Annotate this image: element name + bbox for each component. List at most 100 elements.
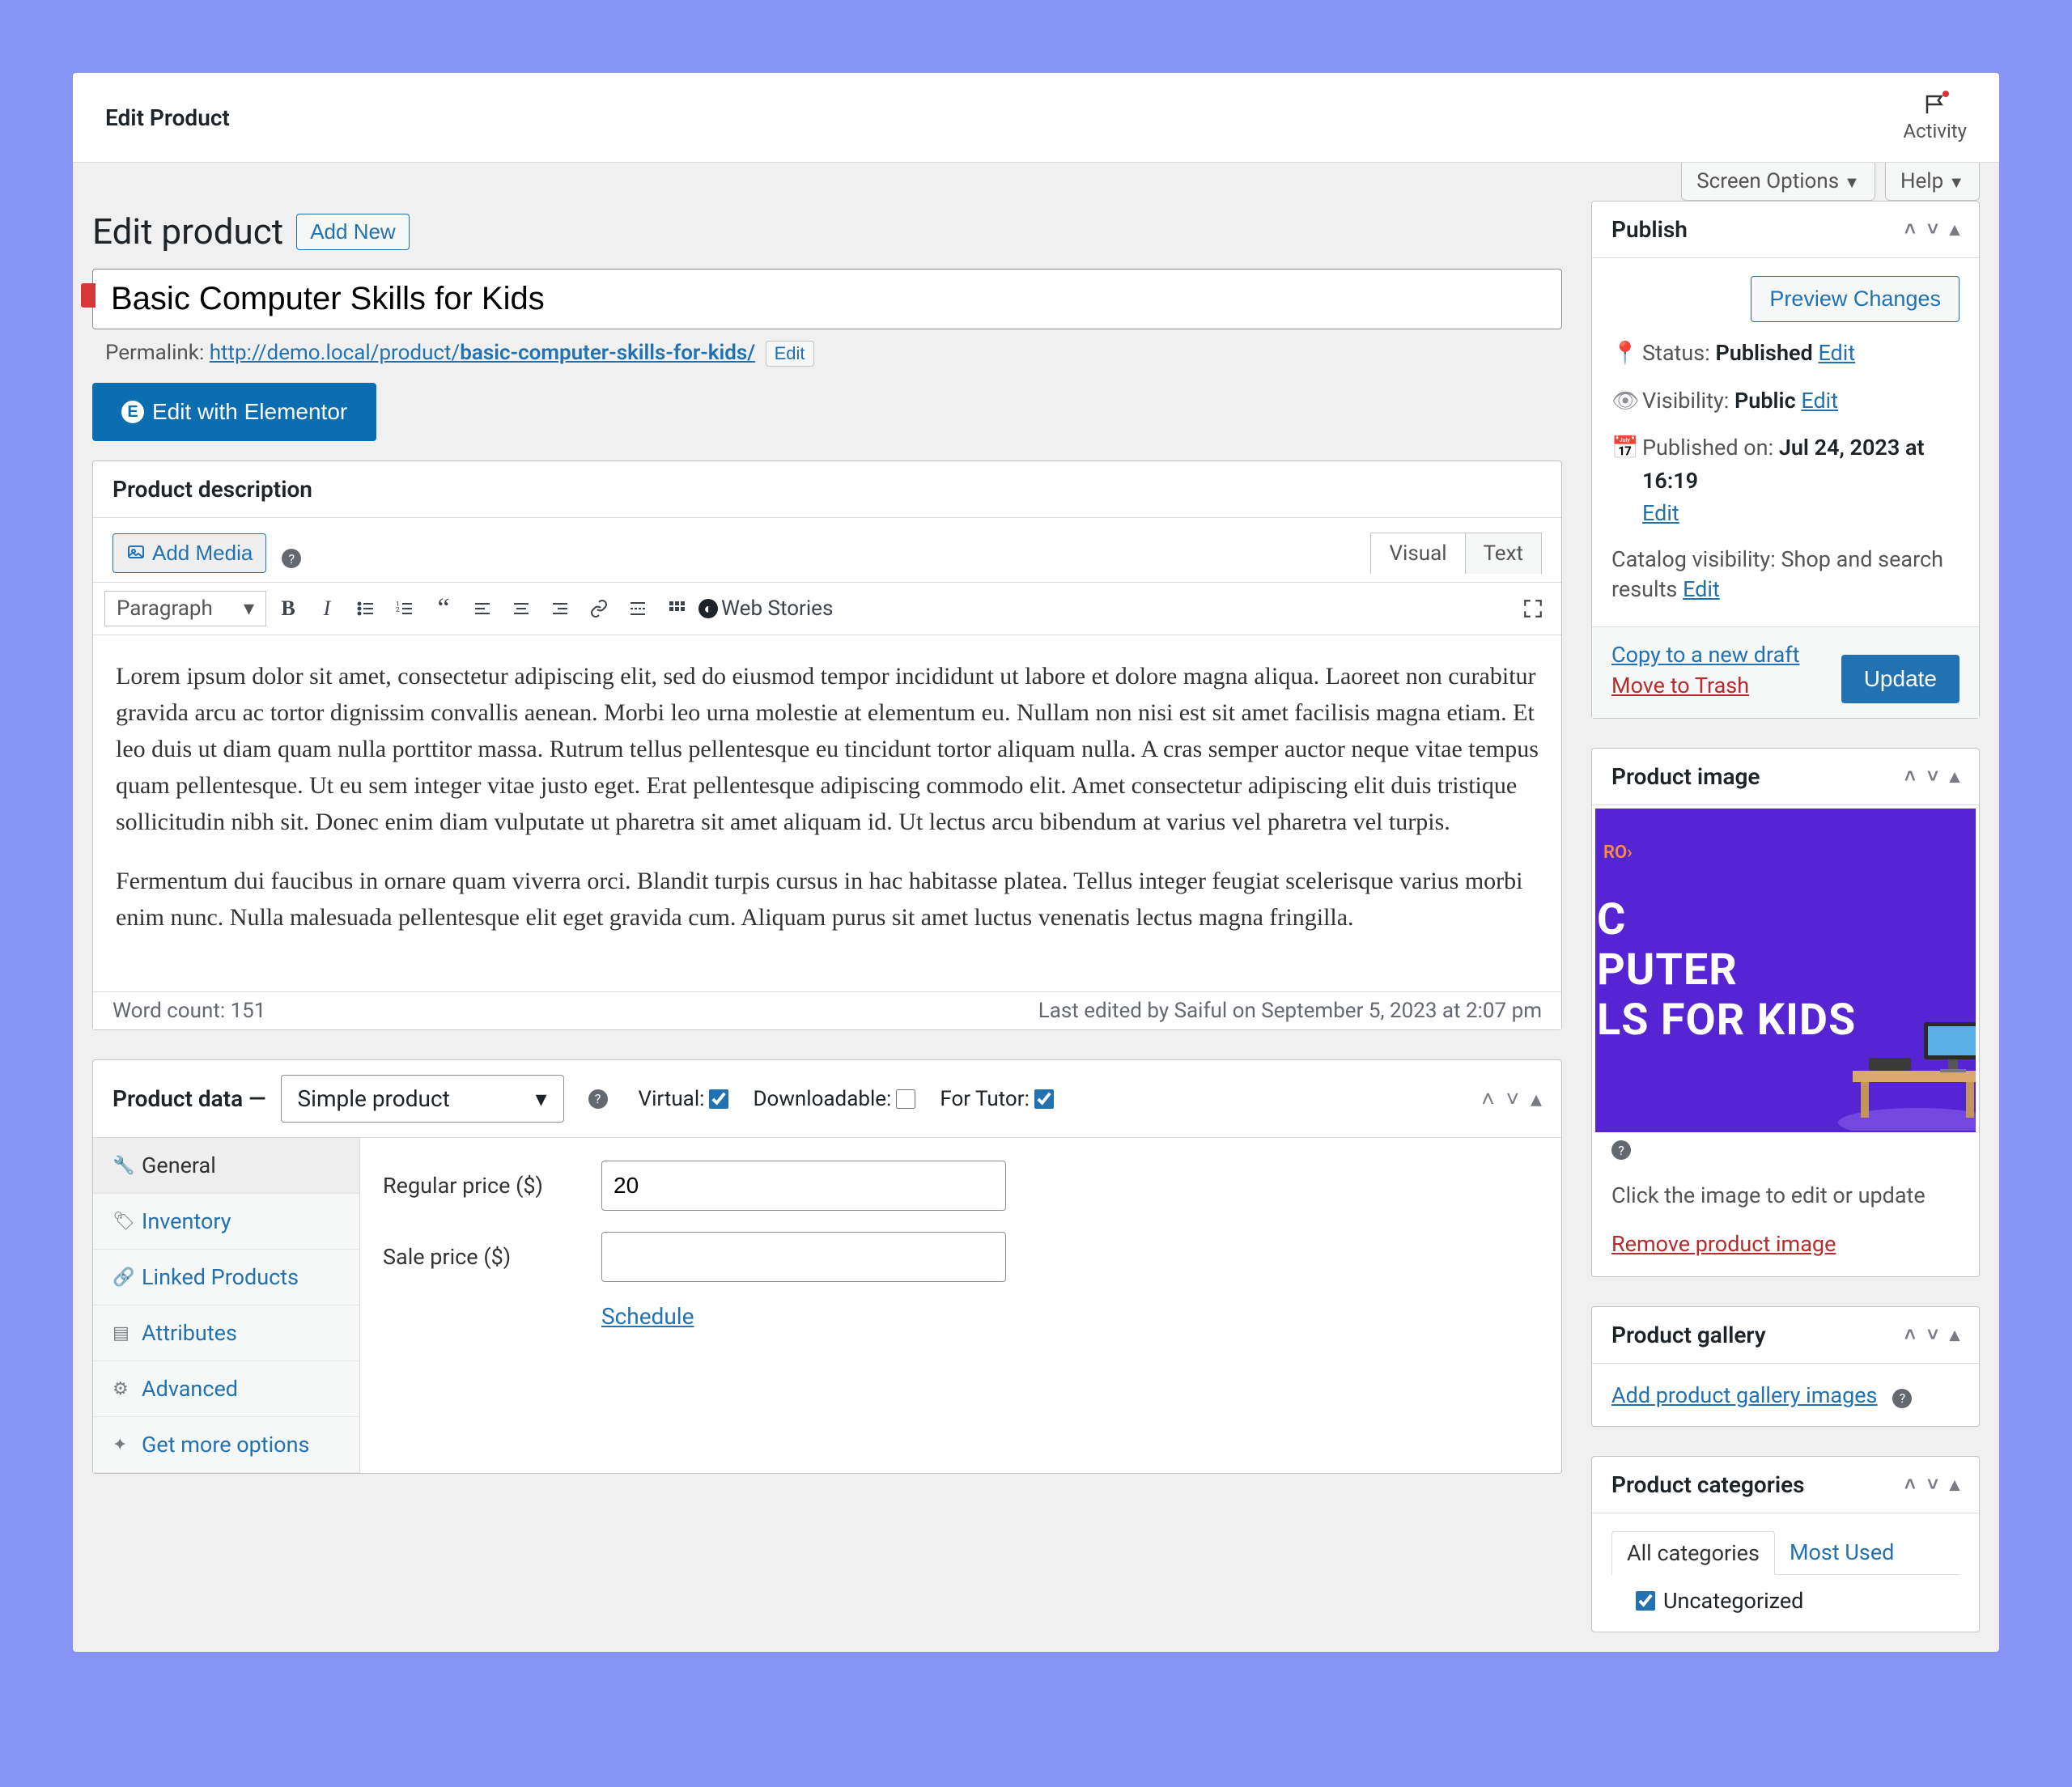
collapse-icon[interactable]: ▴ [1950, 765, 1959, 788]
add-gallery-images-link[interactable]: Add product gallery images [1611, 1382, 1877, 1408]
help-icon[interactable]: ? [1611, 1140, 1631, 1160]
permalink-row: Permalink: http://demo.local/product/bas… [92, 329, 1562, 383]
permalink-edit-button[interactable]: Edit [766, 341, 814, 367]
update-button[interactable]: Update [1841, 655, 1959, 703]
virtual-checkbox[interactable] [709, 1089, 728, 1109]
downloadable-checkbox[interactable] [896, 1089, 915, 1109]
add-media-button[interactable]: Add Media [113, 533, 266, 573]
publish-footer: Copy to a new draft Move to Trash Update [1592, 626, 1979, 718]
permalink-label: Permalink: [105, 341, 204, 365]
sale-price-label: Sale price ($) [383, 1244, 601, 1270]
blockquote-icon[interactable]: “ [427, 592, 461, 626]
help-icon[interactable]: ? [1892, 1389, 1912, 1408]
regular-price-input[interactable] [601, 1161, 1006, 1211]
virtual-check: Virtual: [639, 1087, 729, 1111]
tab-get-more[interactable]: ✦Get more options [93, 1417, 359, 1473]
link-icon[interactable] [582, 592, 616, 626]
align-center-icon[interactable] [504, 592, 538, 626]
tab-most-used[interactable]: Most Used [1775, 1531, 1909, 1574]
chevron-up-icon[interactable]: ˄ [1904, 1323, 1916, 1347]
move-to-trash-link[interactable]: Move to Trash [1611, 673, 1799, 698]
chevron-up-icon[interactable]: ˄ [1481, 1085, 1494, 1112]
remove-product-image-link[interactable]: Remove product image [1595, 1231, 1836, 1257]
italic-icon[interactable]: I [310, 592, 344, 626]
collapse-icon[interactable]: ▴ [1950, 1473, 1959, 1496]
chevron-up-icon[interactable]: ˄ [1904, 1473, 1916, 1496]
tab-text[interactable]: Text [1465, 533, 1542, 574]
product-image-thumbnail[interactable]: RO› C PUTER LS FOR KIDS [1595, 809, 1976, 1132]
tab-inventory[interactable]: 🏷Inventory [93, 1194, 359, 1250]
chevron-down-icon[interactable]: ˅ [1927, 1323, 1938, 1347]
screen-options-button[interactable]: Screen Options▼ [1681, 163, 1875, 201]
product-image-heading: Product image [1611, 763, 1760, 790]
help-icon[interactable]: ? [588, 1089, 608, 1109]
tab-attributes[interactable]: ▤Attributes [93, 1305, 359, 1361]
paragraph-2: Fermentum dui faucibus in ornare quam vi… [116, 863, 1539, 936]
paragraph-select[interactable]: Paragraph▾ [104, 591, 266, 626]
activity-label: Activity [1903, 120, 1967, 142]
tab-all-categories[interactable]: All categories [1611, 1531, 1775, 1575]
chevron-down-icon[interactable]: ˅ [1927, 218, 1938, 241]
tab-general[interactable]: 🔧General [93, 1138, 359, 1194]
fullscreen-icon[interactable] [1516, 592, 1550, 626]
for-tutor-check: For Tutor: [940, 1087, 1054, 1111]
editor-content[interactable]: Lorem ipsum dolor sit amet, consectetur … [93, 635, 1561, 991]
top-options: Screen Options▼ Help▼ [73, 163, 1999, 201]
collapse-icon[interactable]: ▴ [1531, 1085, 1542, 1112]
preview-changes-button[interactable]: Preview Changes [1751, 276, 1959, 322]
app-window: Edit Product Activity Screen Options▼ He… [73, 73, 1999, 1652]
product-data-panel: Product data — Simple product ▾ ? Virtua… [92, 1059, 1562, 1474]
tab-linked-products[interactable]: 🔗Linked Products [93, 1250, 359, 1305]
category-checkbox[interactable] [1636, 1591, 1655, 1611]
add-new-button[interactable]: Add New [296, 214, 410, 250]
align-right-icon[interactable] [543, 592, 577, 626]
read-more-icon[interactable] [621, 592, 655, 626]
list-icon: ▤ [113, 1323, 132, 1343]
permalink-link[interactable]: http://demo.local/product/basic-computer… [210, 341, 755, 365]
help-button[interactable]: Help▼ [1885, 163, 1980, 201]
product-gallery-panel: Product gallery ˄˅▴ Add product gallery … [1591, 1306, 1980, 1427]
for-tutor-checkbox[interactable] [1034, 1089, 1054, 1109]
ordered-list-icon[interactable]: 12 [388, 592, 422, 626]
chevron-down-icon[interactable]: ˅ [1927, 765, 1938, 788]
panel-toggles: ˄ ˅ ▴ [1481, 1085, 1542, 1112]
collapse-icon[interactable]: ▴ [1950, 218, 1959, 241]
flag-icon [1923, 92, 1947, 117]
tab-visual[interactable]: Visual [1370, 533, 1464, 574]
last-edited: Last edited by Saiful on September 5, 20… [1038, 999, 1542, 1023]
edit-status-link[interactable]: Edit [1818, 340, 1855, 366]
activity-button[interactable]: Activity [1903, 92, 1967, 142]
description-heading: Product description [113, 476, 312, 503]
edit-date-link[interactable]: Edit [1642, 500, 1679, 526]
product-data-head: Product data — Simple product ▾ ? Virtua… [93, 1060, 1561, 1137]
copy-to-draft-link[interactable]: Copy to a new draft [1611, 642, 1799, 668]
align-left-icon[interactable] [465, 592, 499, 626]
sale-price-input[interactable] [601, 1232, 1006, 1282]
sidebar: Publish ˄˅▴ Preview Changes 📍 Status: Pu… [1591, 201, 1980, 1632]
chevron-up-icon[interactable]: ˄ [1904, 218, 1916, 241]
bold-icon[interactable]: B [271, 592, 305, 626]
image-hint: Click the image to edit or update [1595, 1182, 1976, 1208]
title-input-wrap [92, 269, 1562, 329]
help-icon[interactable]: ? [282, 549, 301, 568]
product-data-form: Regular price ($) Sale price ($) Schedul… [360, 1138, 1561, 1473]
chevron-down-icon[interactable]: ˅ [1506, 1085, 1519, 1112]
editor-footer: Word count: 151 Last edited by Saiful on… [93, 991, 1561, 1029]
edit-elementor-button[interactable]: E Edit with Elementor [92, 383, 376, 441]
chevron-up-icon[interactable]: ˄ [1904, 765, 1916, 788]
edit-catalog-link[interactable]: Edit [1683, 576, 1720, 602]
toolbar-toggle-icon[interactable] [660, 592, 694, 626]
chevron-down-icon[interactable]: ˅ [1927, 1473, 1938, 1496]
tab-advanced[interactable]: ⚙Advanced [93, 1361, 359, 1417]
product-title-input[interactable] [92, 269, 1562, 329]
product-type-select[interactable]: Simple product ▾ [281, 1075, 564, 1123]
page-title-row: Edit product Add New [92, 210, 1562, 253]
edit-visibility-link[interactable]: Edit [1801, 388, 1838, 414]
bullet-list-icon[interactable] [349, 592, 383, 626]
web-stories-button[interactable]: ◐ Web Stories [698, 592, 833, 626]
category-tabs: All categories Most Used [1611, 1531, 1959, 1575]
collapse-icon[interactable]: ▴ [1950, 1323, 1959, 1347]
editor-top-row: Add Media ? Visual Text [93, 518, 1561, 582]
product-data-body: 🔧General 🏷Inventory 🔗Linked Products ▤At… [93, 1137, 1561, 1473]
schedule-link[interactable]: Schedule [601, 1303, 694, 1330]
